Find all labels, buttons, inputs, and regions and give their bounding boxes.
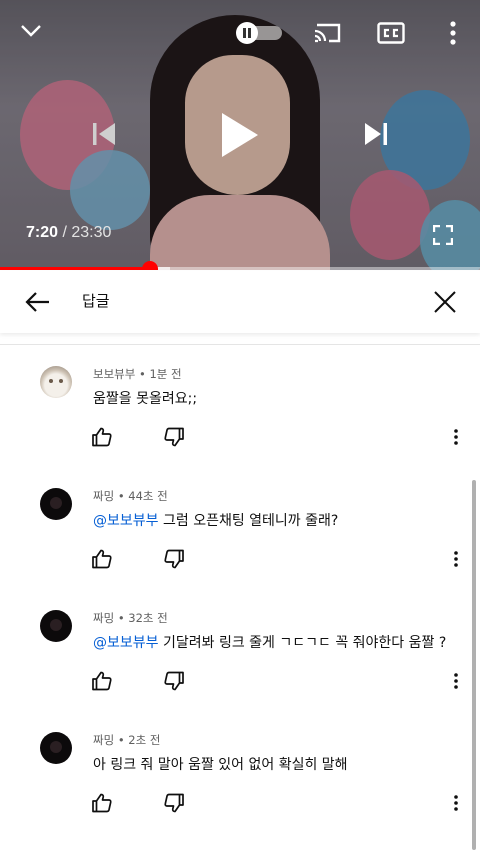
- total-time: / 23:30: [58, 224, 112, 241]
- time-display: 7:20 / 23:30: [26, 224, 111, 242]
- thumb-down-icon[interactable]: [162, 791, 186, 815]
- close-icon[interactable]: [430, 287, 460, 317]
- autoplay-toggle[interactable]: [236, 22, 282, 44]
- thumb-down-icon[interactable]: [162, 669, 186, 693]
- reply-item: 보보뷰부 • 1분 전 움짤을 못올려요;;: [0, 350, 480, 472]
- reply-text: 움짤을 못올려요;;: [93, 388, 197, 408]
- scrubber-handle[interactable]: [141, 261, 158, 270]
- avatar[interactable]: [40, 488, 72, 520]
- reply-author[interactable]: 보보뷰부: [93, 367, 135, 381]
- thumb-down-icon[interactable]: [162, 425, 186, 449]
- more-vert-icon[interactable]: [444, 18, 462, 48]
- reply-time: 44초 전: [128, 489, 168, 503]
- more-vert-icon[interactable]: [446, 547, 466, 571]
- thumb-up-icon[interactable]: [90, 425, 114, 449]
- reply-time: 32초 전: [128, 611, 168, 625]
- reply-text: 아 링크 줘 말아 움짤 있어 없어 확실히 말해: [93, 754, 348, 774]
- reply-meta: 보보뷰부 • 1분 전: [93, 367, 182, 381]
- more-vert-icon[interactable]: [446, 425, 466, 449]
- arrow-back-icon[interactable]: [22, 287, 52, 317]
- avatar[interactable]: [40, 610, 72, 642]
- replies-header: 답글: [0, 271, 480, 333]
- thumb-up-icon[interactable]: [90, 669, 114, 693]
- reply-text: @보보뷰부 기달려봐 링크 줄게 ㄱㄷㄱㄷ 꼭 줘야한다 움짤 ?: [93, 632, 446, 652]
- thumb-down-icon[interactable]: [162, 547, 186, 571]
- reply-meta: 짜밍 • 2초 전: [93, 733, 161, 747]
- reply-text-body: 기달려봐 링크 줄게 ㄱㄷㄱㄷ 꼭 줘야한다 움짤 ?: [158, 635, 447, 651]
- divider: [0, 344, 480, 345]
- skip-previous-icon[interactable]: [86, 114, 122, 154]
- thumb-up-icon[interactable]: [90, 547, 114, 571]
- skip-next-icon[interactable]: [358, 114, 394, 154]
- seek-bar[interactable]: [0, 261, 480, 270]
- played-bar: [0, 267, 150, 270]
- reply-text-body: 움짤을 못올려요;;: [93, 391, 198, 407]
- closed-captions-icon[interactable]: [376, 20, 406, 46]
- reply-author[interactable]: 짜밍: [93, 489, 114, 503]
- reply-mention[interactable]: @보보뷰부: [93, 635, 159, 651]
- more-vert-icon[interactable]: [446, 791, 466, 815]
- reply-item: 짜밍 • 44초 전 @보보뷰부 그럼 오픈채팅 열테니까 줄래?: [0, 472, 480, 594]
- reply-time: 1분 전: [149, 367, 182, 381]
- avatar[interactable]: [40, 366, 72, 398]
- reply-author[interactable]: 짜밍: [93, 733, 114, 747]
- reply-item: 짜밍 • 32초 전 @보보뷰부 기달려봐 링크 줄게 ㄱㄷㄱㄷ 꼭 줘야한다 …: [0, 594, 480, 716]
- chevron-down-icon[interactable]: [14, 16, 48, 46]
- cast-icon[interactable]: [312, 18, 344, 48]
- avatar[interactable]: [40, 732, 72, 764]
- thumb-up-icon[interactable]: [90, 791, 114, 815]
- reply-item: 짜밍 • 2초 전 아 링크 줘 말아 움짤 있어 없어 확실히 말해: [0, 716, 480, 838]
- current-time: 7:20: [26, 224, 59, 241]
- reply-time: 2초 전: [128, 733, 161, 747]
- more-vert-icon[interactable]: [446, 669, 466, 693]
- reply-mention[interactable]: @보보뷰부: [93, 513, 159, 529]
- reply-meta: 짜밍 • 44초 전: [93, 489, 168, 503]
- reply-meta: 짜밍 • 32초 전: [93, 611, 168, 625]
- fullscreen-icon[interactable]: [430, 222, 456, 248]
- reply-text: @보보뷰부 그럼 오픈채팅 열테니까 줄래?: [93, 510, 338, 530]
- video-player[interactable]: 7:20 / 23:30: [0, 0, 480, 270]
- scrollbar[interactable]: [472, 480, 476, 850]
- replies-title: 답글: [82, 292, 110, 310]
- reply-text-body: 아 링크 줘 말아 움짤 있어 없어 확실히 말해: [93, 757, 348, 773]
- reply-author[interactable]: 짜밍: [93, 611, 114, 625]
- play-icon[interactable]: [212, 104, 268, 166]
- pause-icon: [236, 22, 258, 44]
- reply-text-body: 그럼 오픈채팅 열테니까 줄래?: [158, 513, 339, 529]
